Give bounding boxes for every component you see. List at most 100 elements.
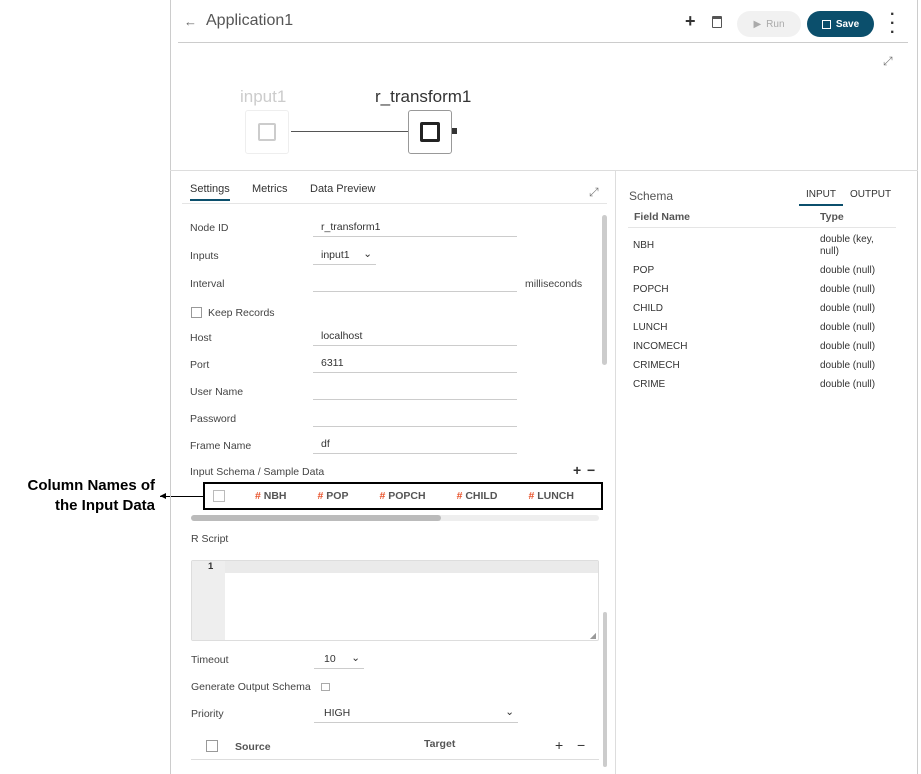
trash-icon[interactable]: [712, 16, 722, 28]
node-label-input1: input1: [240, 87, 287, 106]
schema-field-type: double (null): [820, 265, 876, 276]
annotation-label: Column Names of the Input Data: [0, 476, 155, 516]
host-label: Host: [190, 332, 212, 344]
node-input1[interactable]: [245, 110, 289, 154]
back-arrow-icon[interactable]: ←: [184, 14, 197, 29]
schema-field-name: CHILD: [633, 303, 664, 314]
play-icon: ▶: [753, 18, 762, 30]
editor-active-line: [225, 561, 598, 573]
column-pop: # POP: [317, 490, 349, 502]
schema-field-name: CRIMECH: [633, 360, 680, 371]
node-r-transform1[interactable]: [408, 110, 452, 154]
remove-mapping-icon[interactable]: −: [577, 737, 585, 753]
horizontal-scrollbar-thumb[interactable]: [191, 515, 441, 521]
panel-divider: [615, 171, 616, 774]
tab-metrics[interactable]: Metrics: [252, 183, 287, 195]
schema-title: Schema: [629, 189, 674, 203]
schema-field-type: double (null): [820, 341, 876, 352]
r-script-label: R Script: [191, 533, 229, 545]
annotation-line2: the Input Data: [55, 497, 155, 514]
number-type-icon: #: [255, 490, 261, 502]
column-child: # CHILD: [456, 490, 498, 502]
expand-panel-icon[interactable]: ⤢: [589, 185, 599, 200]
chevron-down-icon: ⌄: [351, 652, 360, 664]
chevron-down-icon: ⌄: [363, 248, 372, 260]
schema-field-type: double (null): [820, 322, 876, 333]
source-header: Source: [235, 741, 271, 753]
interval-input[interactable]: [313, 276, 517, 292]
inputs-label: Inputs: [190, 250, 219, 262]
add-column-icon[interactable]: +: [573, 462, 581, 478]
schema-header-field: Field Name: [634, 211, 691, 223]
node-output-port[interactable]: [452, 128, 457, 134]
select-all-checkbox[interactable]: [213, 490, 225, 502]
host-input[interactable]: localhost: [313, 330, 517, 346]
schema-field-name: INCOMECH: [633, 341, 688, 352]
password-input[interactable]: [313, 411, 517, 427]
number-type-icon: #: [456, 490, 463, 502]
user-name-label: User Name: [190, 386, 244, 398]
column-popch: # POPCH: [379, 490, 426, 502]
mapping-select-all-checkbox[interactable]: [206, 740, 218, 752]
schema-field-name: POP: [633, 265, 655, 276]
schema-field-name: CRIME: [633, 379, 666, 390]
frame-name-input[interactable]: df: [313, 438, 517, 454]
schema-field-type: double (key, null): [820, 234, 874, 257]
tabs-divider: [182, 203, 607, 204]
annotation-arrowhead: [160, 493, 166, 499]
add-mapping-icon[interactable]: +: [555, 737, 563, 753]
run-button[interactable]: ▶ Run: [737, 11, 801, 37]
schema-field-type: double (null): [820, 284, 876, 295]
add-icon[interactable]: +: [685, 11, 696, 32]
tab-data-preview[interactable]: Data Preview: [310, 183, 375, 195]
header-divider: [178, 42, 908, 43]
interval-label: Interval: [190, 278, 225, 290]
user-name-input[interactable]: [313, 384, 517, 400]
line-number: 1: [208, 561, 214, 572]
annotation-line1: Column Names of: [27, 477, 155, 494]
inputs-value: input1: [321, 249, 350, 261]
keep-records-label: Keep Records: [208, 307, 275, 319]
number-type-icon: #: [317, 490, 324, 502]
r-script-editor[interactable]: 1 ◢: [191, 560, 599, 641]
resize-handle-icon[interactable]: ◢: [590, 631, 596, 640]
editor-gutter: [192, 561, 225, 640]
transform-node-icon: [420, 122, 440, 142]
timeout-select[interactable]: 10 ⌄: [314, 652, 364, 669]
schema-field-name: NBH: [633, 240, 655, 251]
target-header: Target: [424, 738, 456, 750]
column-lunch: # LUNCH: [528, 490, 574, 502]
generate-output-schema-label: Generate Output Schema: [191, 681, 311, 693]
inputs-select[interactable]: input1 ⌄: [313, 248, 376, 265]
password-label: Password: [190, 413, 237, 425]
horizontal-scrollbar-track[interactable]: [191, 515, 599, 521]
timeout-label: Timeout: [191, 654, 229, 666]
keep-records-checkbox[interactable]: [191, 307, 202, 318]
remove-column-icon[interactable]: −: [587, 462, 595, 478]
vertical-scrollbar-thumb[interactable]: [603, 612, 607, 767]
tab-settings[interactable]: Settings: [190, 183, 230, 201]
schema-field-type: double (null): [820, 379, 876, 390]
node-id-label: Node ID: [190, 222, 229, 234]
schema-tab-output[interactable]: OUTPUT: [850, 189, 891, 200]
number-type-icon: #: [528, 490, 535, 502]
number-type-icon: #: [379, 490, 386, 502]
node-id-input[interactable]: r_transform1: [313, 221, 517, 237]
save-button[interactable]: Save: [807, 11, 874, 37]
input-schema-label: Input Schema / Sample Data: [190, 466, 325, 478]
save-icon: [821, 19, 831, 29]
chevron-down-icon: ⌄: [505, 706, 514, 718]
connection-line: [291, 131, 408, 132]
schema-tab-input[interactable]: INPUT: [799, 189, 843, 206]
port-input[interactable]: 6311: [313, 357, 517, 373]
column-nbh: # NBH: [255, 490, 287, 502]
node-label-r-transform1: r_transform1: [375, 87, 472, 106]
more-menu-icon[interactable]: · · ·: [890, 7, 895, 41]
canvas-divider: [170, 170, 918, 171]
generate-schema-icon[interactable]: [321, 683, 330, 691]
vertical-scrollbar-thumb-top[interactable]: [602, 215, 607, 365]
priority-select[interactable]: HIGH ⌄: [314, 706, 518, 723]
schema-field-name: LUNCH: [633, 322, 668, 333]
schema-field-type: double (null): [820, 360, 876, 371]
expand-icon[interactable]: ⤢: [883, 54, 893, 69]
